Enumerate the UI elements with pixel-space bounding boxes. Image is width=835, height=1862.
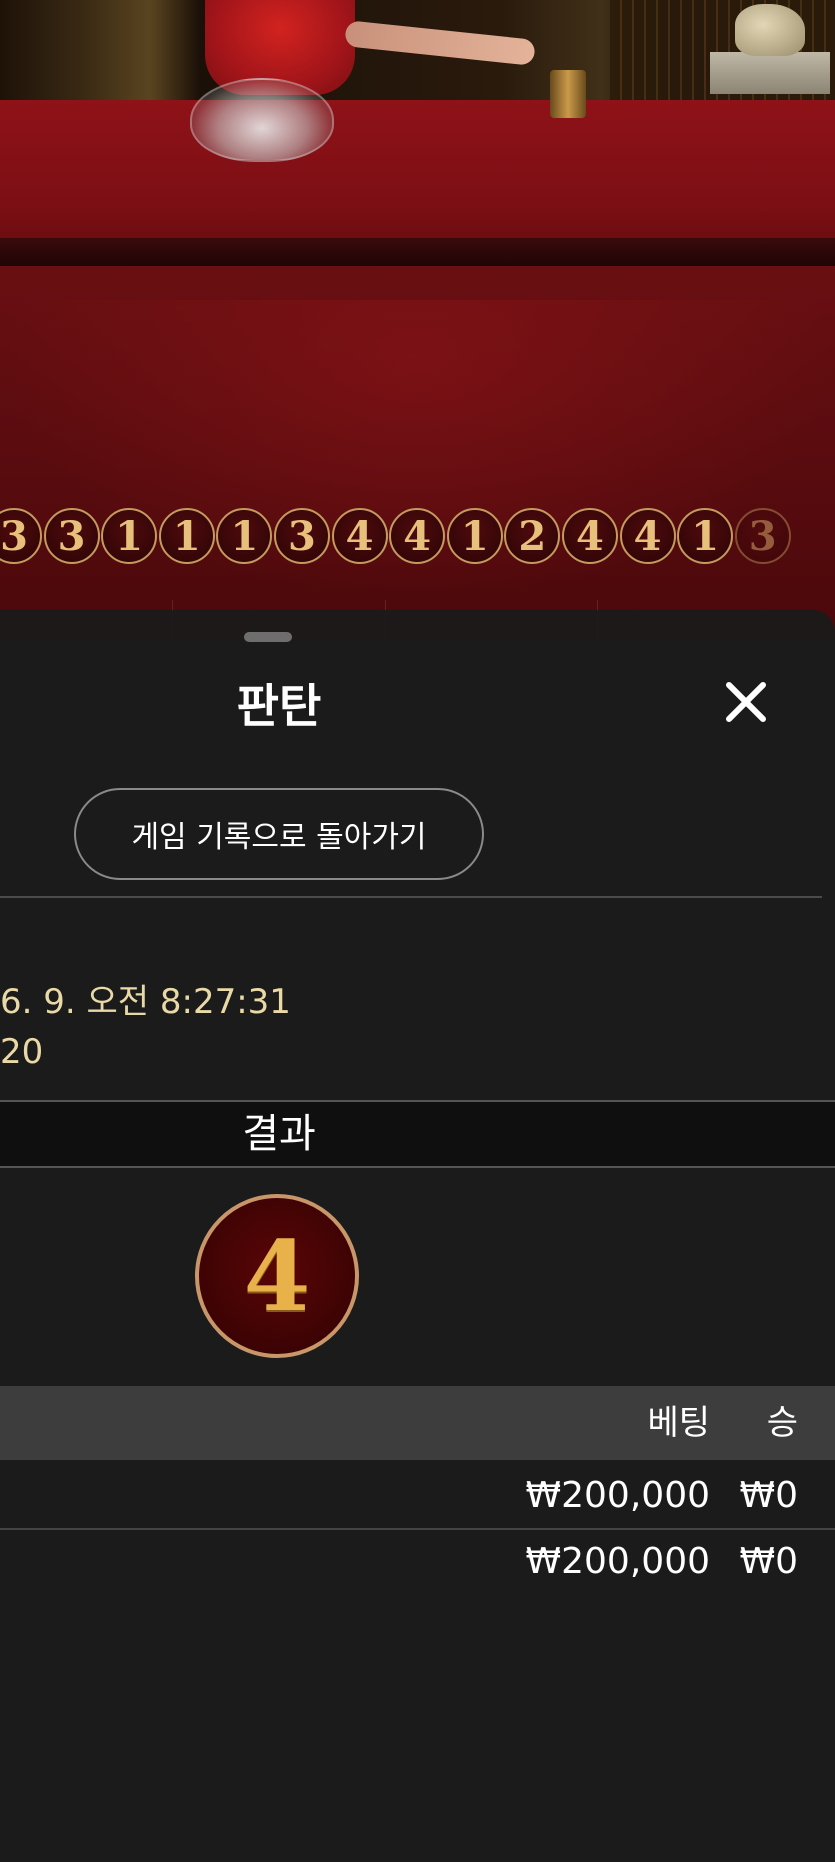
history-result: 3 (0, 508, 42, 564)
round-id: 20 (0, 1032, 44, 1072)
result-number-badge: 4 (195, 1194, 359, 1358)
bets-table-header: 베팅 승 (0, 1386, 835, 1460)
history-result: 4 (389, 508, 446, 564)
history-result: 4 (561, 508, 618, 564)
bet-amount: ₩200,000 (525, 1475, 710, 1516)
bead-dome (190, 78, 334, 162)
result-header: 결과 (0, 1100, 835, 1168)
close-button[interactable] (720, 676, 772, 728)
history-result: 1 (446, 508, 503, 564)
dragon-pedestal (710, 52, 830, 94)
history-result: 4 (619, 508, 676, 564)
win-amount: ₩0 (739, 1475, 799, 1516)
history-result: 1 (101, 508, 158, 564)
sheet-drag-handle[interactable] (244, 632, 292, 642)
history-result: 1 (677, 508, 734, 564)
table-edge (0, 238, 835, 266)
history-result: 3 (734, 508, 791, 564)
sheet-title: 판탄 (236, 679, 322, 733)
result-history-strip: 3 3 1 1 1 3 4 4 1 2 4 4 1 3 (0, 508, 792, 572)
table-row: ₩200,000 ₩0 (0, 1530, 835, 1594)
history-result: 1 (158, 508, 215, 564)
divider (0, 896, 822, 898)
header-win: 승 (766, 1403, 798, 1443)
result-label: 결과 (242, 1111, 316, 1157)
close-icon (726, 682, 766, 722)
history-result: 2 (504, 508, 561, 564)
history-result: 3 (43, 508, 100, 564)
history-result: 4 (331, 508, 388, 564)
bet-amount: ₩200,000 (525, 1541, 710, 1582)
round-detail-sheet: 판탄 게임 기록으로 돌아가기 6. 9. 오전 8:27:31 20 결과 4… (0, 610, 835, 1862)
history-result: 1 (216, 508, 273, 564)
history-result: 3 (273, 508, 330, 564)
brass-cup (550, 70, 586, 118)
game-table (0, 100, 835, 250)
back-to-history-button[interactable]: 게임 기록으로 돌아가기 (74, 788, 484, 880)
header-bet: 베팅 (647, 1403, 710, 1443)
table-row: ₩200,000 ₩0 (0, 1464, 835, 1530)
dragon-statue-icon (735, 4, 805, 56)
round-datetime: 6. 9. 오전 8:27:31 (0, 982, 291, 1022)
win-amount: ₩0 (739, 1541, 799, 1582)
